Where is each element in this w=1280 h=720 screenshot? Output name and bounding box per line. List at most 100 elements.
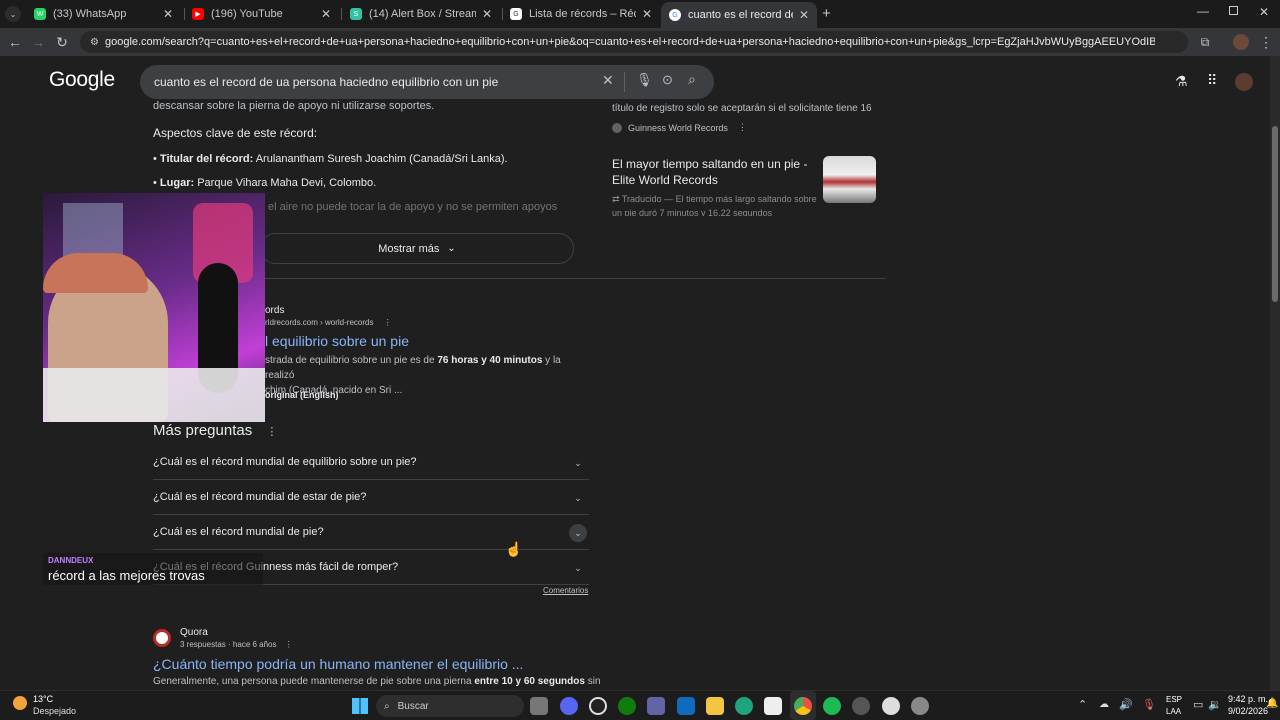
tab-guinness-list[interactable]: G Lista de récords – Récord mund ✕ xyxy=(502,2,660,26)
file-explorer-icon[interactable] xyxy=(706,697,724,715)
close-window-button[interactable]: ✕ xyxy=(1259,5,1269,19)
address-bar[interactable]: ⚙ google.com/search?q=cuanto+es+el+recor… xyxy=(80,31,1188,53)
store-icon[interactable] xyxy=(764,697,782,715)
account-avatar[interactable] xyxy=(1235,73,1253,91)
source-elite-snippet: ⇄ Traducido — El tiempo más largo saltan… xyxy=(612,192,817,216)
site-info-icon[interactable]: ⚙ xyxy=(90,37,99,48)
new-tab-button[interactable]: + xyxy=(822,5,831,22)
minimize-button[interactable]: — xyxy=(1197,4,1209,18)
question-text: ¿Cuál es el récord mundial de equilibrio… xyxy=(153,456,417,468)
source-elite-title[interactable]: El mayor tiempo saltando en un pie - Eli… xyxy=(612,156,817,188)
start-icon[interactable] xyxy=(352,698,368,714)
question-item[interactable]: ¿Cuál es el récord mundial de estar de p… xyxy=(153,480,589,515)
spotify-icon[interactable] xyxy=(823,697,841,715)
clear-icon[interactable]: ✕ xyxy=(602,72,614,89)
bullet-place: • Lugar: Parque Vihara Maha Devi, Colomb… xyxy=(153,177,377,189)
tray-chevron-icon[interactable]: ⌃ xyxy=(1078,698,1087,711)
snippet-bold: entre 10 y 60 segundos xyxy=(474,676,585,687)
close-icon[interactable]: ✕ xyxy=(799,8,809,22)
result-breadcrumb: rldrecords.com › world-records ⋮ xyxy=(265,318,392,327)
close-icon[interactable]: ✕ xyxy=(321,7,331,21)
more-options-icon[interactable]: ⋮ xyxy=(266,426,277,438)
clock-time[interactable]: 9:42 p. m. xyxy=(1228,694,1268,704)
meta-text: 3 respuestas · hace 6 años xyxy=(180,640,277,649)
result-title-link[interactable]: l equilibrio sobre un pie xyxy=(265,333,409,349)
webcam-overlay xyxy=(43,193,265,422)
xbox-icon[interactable] xyxy=(618,697,636,715)
lens-icon[interactable]: ⊙ xyxy=(662,72,673,88)
network-icon[interactable]: ☁ xyxy=(1099,699,1109,710)
chevron-down-icon[interactable]: ⌄ xyxy=(569,559,587,577)
heading-text: Más preguntas xyxy=(153,422,253,439)
profile-avatar[interactable] xyxy=(1233,34,1249,50)
app-icon[interactable] xyxy=(852,697,870,715)
browser-menu-icon[interactable]: ⋮ xyxy=(1256,32,1276,52)
question-text: ¿Cuál es el récord mundial de estar de p… xyxy=(153,491,367,503)
outlook-icon[interactable] xyxy=(677,697,695,715)
language-top[interactable]: ESP xyxy=(1166,695,1182,704)
search-icon[interactable]: ⌕ xyxy=(688,71,696,88)
snippet-text: sin xyxy=(584,676,601,687)
edge-icon[interactable] xyxy=(735,697,753,715)
tab-search-button[interactable]: ⌄ xyxy=(5,6,21,22)
weather-icon[interactable] xyxy=(13,696,27,710)
obs-icon[interactable] xyxy=(589,697,607,715)
chevron-down-icon[interactable]: ⌄ xyxy=(569,454,587,472)
question-item[interactable]: ¿Cuál es el récord mundial de pie? ⌄ xyxy=(153,515,589,550)
search-input[interactable]: cuanto es el record de ua persona hacied… xyxy=(140,65,714,99)
google-logo[interactable]: Google xyxy=(49,68,115,92)
more-options-icon[interactable]: ⋮ xyxy=(384,318,392,327)
result-title-link[interactable]: ¿Cuánto tiempo podría un humano mantener… xyxy=(153,656,523,672)
microphone-icon[interactable]: 🎙 xyxy=(1142,698,1156,711)
source-thumbnail[interactable] xyxy=(823,156,876,203)
overview-faded-line: el aire no puede tocar la de apoyo y no … xyxy=(268,201,558,213)
back-button[interactable]: ← xyxy=(5,32,25,52)
teams-icon[interactable] xyxy=(647,697,665,715)
source-snippet: título de registro solo se aceptarán si … xyxy=(612,103,872,114)
reload-button[interactable]: ↻ xyxy=(52,32,72,52)
volume-icon[interactable]: 🔊 xyxy=(1119,698,1133,711)
tab-streamlabs[interactable]: S (14) Alert Box / Streamlabs ✕ xyxy=(342,2,500,26)
snippet-text: strada de equilibrio sobre un pie es de xyxy=(265,355,438,366)
labs-icon[interactable]: ⚗ xyxy=(1175,73,1188,90)
bullet-text: Parque Vihara Maha Devi, Colombo. xyxy=(197,177,377,189)
scrollbar-thumb[interactable] xyxy=(1272,126,1278,302)
task-view-icon[interactable] xyxy=(530,697,548,715)
tab-label: (14) Alert Box / Streamlabs xyxy=(369,8,476,20)
google-icon: G xyxy=(669,9,681,21)
more-options-icon[interactable]: ⋮ xyxy=(738,122,747,133)
taskbar-search[interactable]: ⌕ Buscar xyxy=(376,695,524,717)
microphone-icon[interactable]: 🎙 xyxy=(636,72,653,88)
notification-icon[interactable]: 🔔 xyxy=(1266,698,1278,709)
clock-date[interactable]: 9/02/2026 xyxy=(1228,706,1268,716)
chevron-down-icon[interactable]: ⌄ xyxy=(569,524,587,542)
forward-button[interactable]: → xyxy=(28,32,48,52)
question-item[interactable]: ¿Cuál es el récord mundial de equilibrio… xyxy=(153,445,589,480)
breadcrumb-text: rldrecords.com › world-records xyxy=(265,318,374,327)
chevron-down-icon[interactable]: ⌄ xyxy=(569,489,587,507)
more-options-icon[interactable]: ⋮ xyxy=(285,640,293,649)
weather-desc: Despejado xyxy=(33,706,77,716)
tab-whatsapp[interactable]: W (33) WhatsApp ✕ xyxy=(26,2,181,26)
source-guinness[interactable]: Guinness World Records ⋮ xyxy=(612,122,747,133)
snippet-text: Traducido — El tiempo más largo saltando… xyxy=(612,194,817,216)
sound-icon[interactable]: 🔉 xyxy=(1208,698,1222,711)
settings-icon[interactable] xyxy=(911,697,929,715)
discord-icon[interactable] xyxy=(560,697,578,715)
display-icon[interactable]: ▭ xyxy=(1193,698,1203,711)
tab-google-search[interactable]: G cuanto es el record de ua perso ✕ xyxy=(661,2,817,28)
language-bottom[interactable]: LAA xyxy=(1166,707,1181,716)
maximize-button[interactable] xyxy=(1229,6,1238,15)
close-icon[interactable]: ✕ xyxy=(482,7,492,21)
close-icon[interactable]: ✕ xyxy=(642,7,652,21)
tab-youtube[interactable]: ▶ (196) YouTube ✕ xyxy=(184,2,339,26)
close-icon[interactable]: ✕ xyxy=(163,7,173,21)
view-original-link[interactable]: original (English) xyxy=(265,390,339,400)
tab-label: (196) YouTube xyxy=(211,8,283,20)
extensions-icon[interactable]: ⧉ xyxy=(1195,32,1215,52)
show-more-button[interactable]: Mostrar más ⌄ xyxy=(260,233,574,264)
bullet-label: Lugar: xyxy=(159,177,195,189)
apps-grid-icon[interactable]: ⠿ xyxy=(1207,72,1217,89)
streamlabs-icon[interactable] xyxy=(882,697,900,715)
feedback-link[interactable]: Comentarios xyxy=(543,586,588,595)
